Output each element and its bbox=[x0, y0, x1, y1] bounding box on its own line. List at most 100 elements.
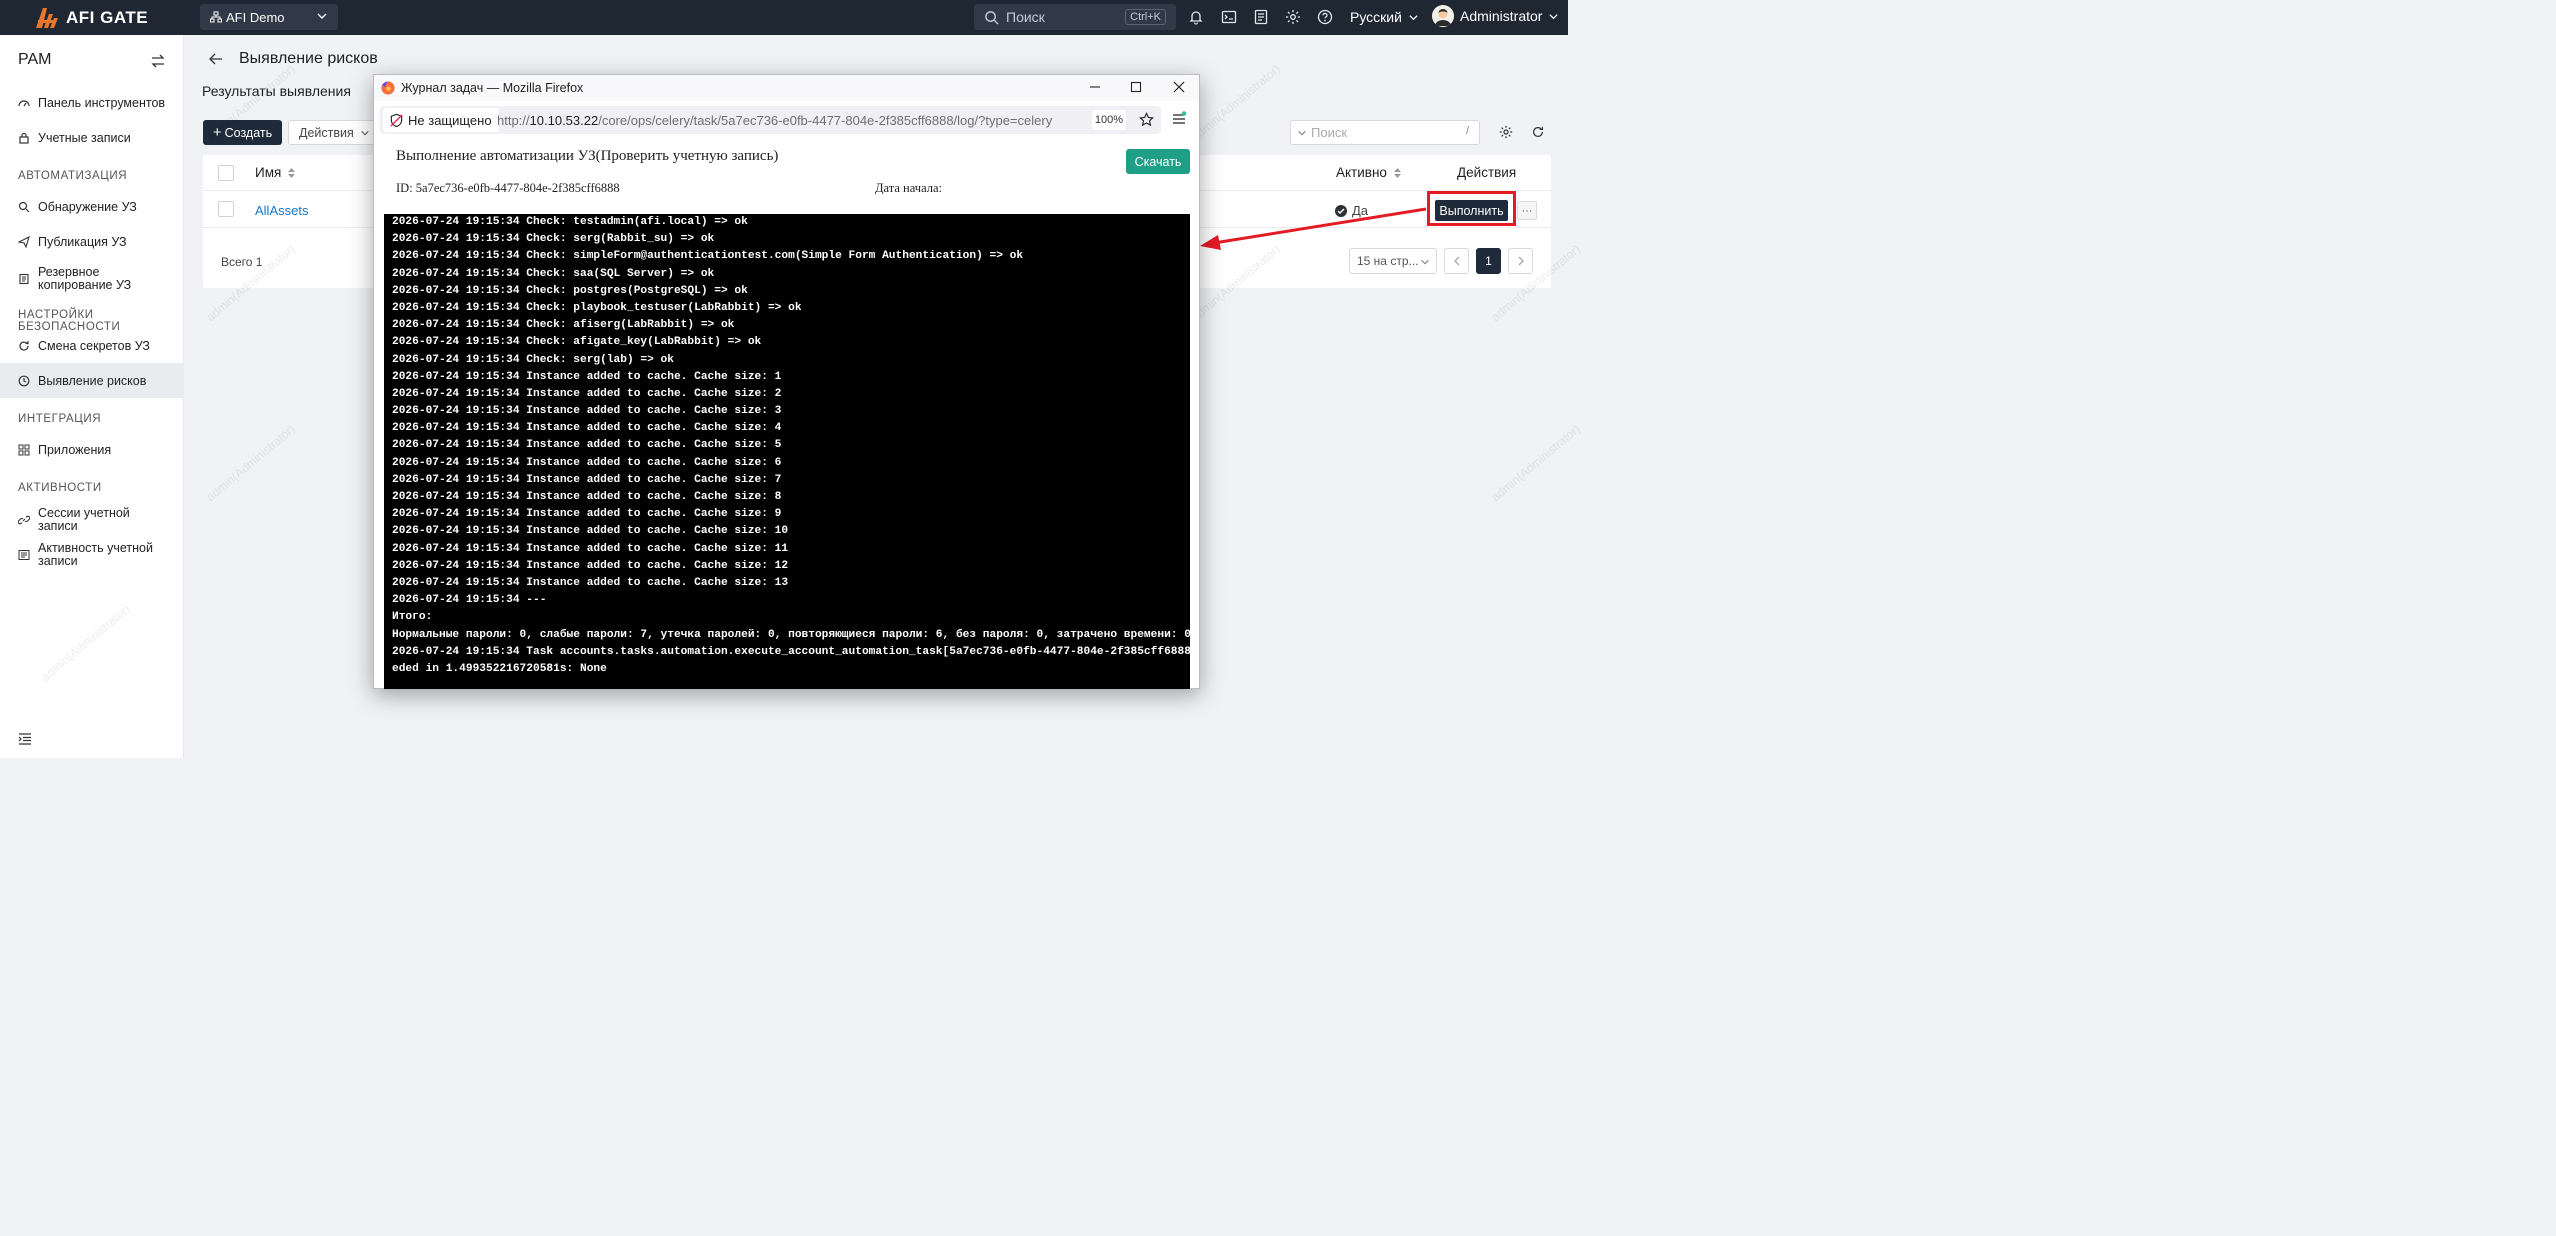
zoom-indicator[interactable]: 100% bbox=[1092, 110, 1126, 130]
maximize-icon[interactable] bbox=[1129, 80, 1143, 94]
sort-icon bbox=[1393, 167, 1401, 178]
list-icon bbox=[18, 550, 30, 560]
log-line: 2026-07-24 19:15:34 Instance added to ca… bbox=[392, 508, 782, 521]
refresh-icon[interactable] bbox=[1531, 125, 1545, 139]
collapse-menu-icon[interactable] bbox=[18, 732, 32, 746]
chevron-down-icon bbox=[361, 130, 369, 135]
log-line: 2026-07-24 19:15:34 Instance added to ca… bbox=[392, 405, 782, 418]
sidebar-item-backup[interactable]: Резервное копирование УЗ bbox=[0, 264, 184, 294]
log-page: Выполнение автоматизации УЗ(Проверить уч… bbox=[374, 139, 1199, 689]
sidebar-item-secret-change[interactable]: Смена секретов УЗ bbox=[0, 336, 184, 356]
sidebar-item-label-line: записи bbox=[38, 554, 78, 568]
language-selector[interactable]: Русский bbox=[1350, 9, 1419, 25]
select-all-checkbox[interactable] bbox=[218, 165, 234, 181]
refresh-icon bbox=[19, 341, 29, 351]
table-search-input[interactable]: Поиск / bbox=[1290, 120, 1480, 145]
help-icon[interactable] bbox=[1317, 9, 1333, 25]
sidebar-item-applications[interactable]: Приложения bbox=[0, 440, 184, 460]
log-line: 2026-07-24 19:15:34 Instance added to ca… bbox=[392, 439, 782, 452]
watermark: admin(Administrator) bbox=[1488, 421, 1583, 505]
org-selector[interactable]: AFI Demo bbox=[200, 4, 338, 30]
sidebar-item-label-line: Сессии учетной bbox=[38, 506, 130, 520]
sidebar-item-publish[interactable]: Публикация УЗ bbox=[0, 232, 184, 252]
log-console[interactable]: 2026-07-24 19:15:34 Check: testadmin(afi… bbox=[384, 214, 1190, 689]
sidebar-item-label: Активность учетной записи bbox=[38, 542, 153, 568]
close-icon[interactable] bbox=[1172, 80, 1186, 94]
user-menu[interactable]: Administrator bbox=[1432, 5, 1559, 27]
chevron-down-icon bbox=[1409, 14, 1418, 20]
log-title: Выполнение автоматизации УЗ(Проверить уч… bbox=[396, 148, 779, 164]
logo[interactable]: AFI GATE bbox=[34, 6, 184, 30]
sidebar-item-sessions[interactable]: Сессии учетной записи bbox=[0, 505, 184, 535]
sidebar-title: PAM bbox=[18, 51, 52, 68]
firefox-icon bbox=[381, 81, 395, 95]
sidebar-item-label-line: записи bbox=[38, 519, 78, 533]
sidebar-section-integration: ИНТЕГРАЦИЯ bbox=[18, 413, 102, 425]
sidebar-item-label: Смена секретов УЗ bbox=[38, 339, 150, 353]
back-arrow-icon[interactable] bbox=[208, 51, 224, 67]
bookmark-star-icon[interactable] bbox=[1139, 112, 1154, 127]
next-page-button[interactable] bbox=[1508, 248, 1533, 274]
not-secure-badge[interactable]: Не защищено bbox=[383, 108, 499, 132]
sidebar-item-risk-detection[interactable]: Выявление рисков bbox=[0, 363, 184, 398]
log-line: 2026-07-24 19:15:34 Check: saa(SQL Serve… bbox=[392, 267, 715, 280]
sidebar-item-accounts[interactable]: Учетные записи bbox=[0, 128, 184, 148]
log-line: Нормальные пароли: 0, слабые пароли: 7, … bbox=[392, 628, 1190, 641]
sidebar-item-dashboard[interactable]: Панель инструментов bbox=[0, 93, 184, 113]
window-titlebar[interactable]: Журнал задач — Mozilla Firefox bbox=[374, 75, 1199, 101]
sidebar-section-automation: АВТОМАТИЗАЦИЯ bbox=[18, 170, 128, 182]
log-line: 2026-07-24 19:15:34 Instance added to ca… bbox=[392, 491, 782, 503]
switch-view-icon[interactable] bbox=[150, 53, 166, 69]
watermark: admin(Administrator) bbox=[1188, 61, 1283, 145]
column-header-name[interactable]: Имя bbox=[255, 155, 296, 190]
sidebar-item-label: Резервное копирование УЗ bbox=[38, 266, 131, 292]
watermark: admin(Administrator) bbox=[203, 421, 298, 505]
log-line: 2026-07-24 19:15:34 Instance added to ca… bbox=[392, 576, 789, 589]
url-path: /core/ops/celery/task/5a7ec736-e0fb-4477… bbox=[598, 113, 1053, 128]
tickets-icon[interactable] bbox=[1253, 9, 1269, 25]
actions-dropdown[interactable]: Действия bbox=[288, 120, 378, 145]
minimize-icon[interactable] bbox=[1088, 80, 1102, 94]
more-actions-button[interactable]: ··· bbox=[1517, 201, 1537, 220]
chevron-down-icon bbox=[317, 13, 327, 19]
log-line: 2026-07-24 19:15:34 Instance added to ca… bbox=[392, 559, 789, 572]
sidebar-item-discovery[interactable]: Обнаружение УЗ bbox=[0, 197, 184, 217]
dashboard-icon bbox=[18, 100, 30, 107]
start-date-label: Дата начала: bbox=[875, 181, 942, 195]
log-line: eded in 1.499352216720581s: None bbox=[392, 662, 607, 675]
sidebar-item-label-line: копирование УЗ bbox=[38, 278, 132, 292]
chevron-down-icon bbox=[1421, 259, 1429, 265]
log-line: 2026-07-24 19:15:34 Instance added to ca… bbox=[392, 525, 789, 538]
sidebar-item-label: Публикация УЗ bbox=[38, 235, 127, 249]
sidebar-item-label: Приложения bbox=[38, 443, 112, 457]
log-line: 2026-07-24 19:15:34 Instance added to ca… bbox=[392, 456, 782, 469]
url-text[interactable]: http://10.10.53.22/core/ops/celery/task/… bbox=[497, 113, 1052, 128]
firefox-window: Журнал задач — Mozilla Firefox Не защище… bbox=[373, 74, 1200, 689]
column-header-label: Имя bbox=[255, 165, 282, 180]
sidebar: PAM Панель инструментов Учетные записи А… bbox=[0, 35, 184, 758]
gear-icon[interactable] bbox=[1499, 125, 1513, 139]
download-button[interactable]: Скачать bbox=[1126, 149, 1190, 174]
log-line: 2026-07-24 19:15:34 Check: playbook_test… bbox=[392, 301, 802, 314]
prev-page-button[interactable] bbox=[1444, 248, 1469, 274]
address-bar[interactable]: Не защищено http://10.10.53.22/core/ops/… bbox=[380, 106, 1161, 134]
send-icon bbox=[18, 236, 30, 248]
run-button[interactable]: Выполнить bbox=[1435, 200, 1508, 221]
sidebar-item-activity[interactable]: Активность учетной записи bbox=[0, 540, 184, 570]
gear-icon[interactable] bbox=[1285, 9, 1301, 25]
url-scheme: http:// bbox=[497, 113, 530, 128]
row-name-link[interactable]: AllAssets bbox=[255, 203, 308, 218]
hamburger-menu-icon[interactable] bbox=[1171, 111, 1187, 127]
terminal-icon[interactable] bbox=[1221, 9, 1237, 25]
log-line: 2026-07-24 19:15:34 Instance added to ca… bbox=[392, 542, 789, 555]
sidebar-item-label: Выявление рисков bbox=[38, 373, 147, 388]
page-number-button[interactable]: 1 bbox=[1476, 248, 1501, 274]
global-search-placeholder: Поиск bbox=[1006, 9, 1045, 25]
search-shortcut: / bbox=[1465, 125, 1469, 137]
bell-icon[interactable] bbox=[1188, 9, 1204, 25]
log-line: 2026-07-24 19:15:34 Check: serg(Rabbit_s… bbox=[392, 233, 715, 246]
global-search[interactable]: Поиск Ctrl+K bbox=[974, 4, 1176, 30]
row-checkbox[interactable] bbox=[218, 201, 234, 217]
search-icon bbox=[18, 201, 30, 213]
column-header-active[interactable]: Активно bbox=[1336, 155, 1402, 190]
